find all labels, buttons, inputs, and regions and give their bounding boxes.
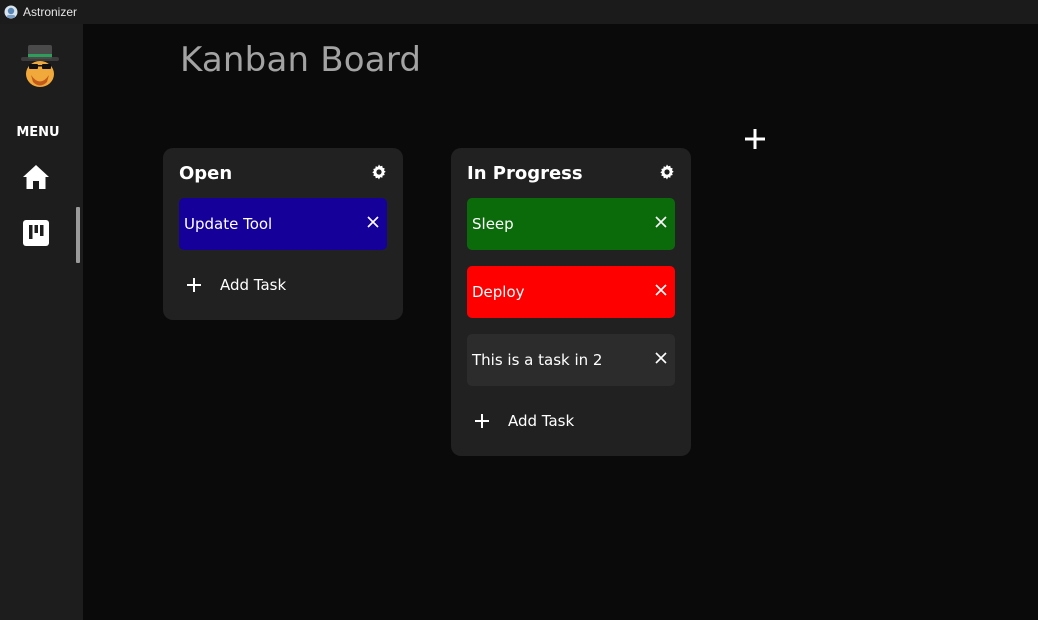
close-icon[interactable] — [655, 284, 667, 296]
add-task-label: Add Task — [220, 276, 287, 294]
app-logo-icon — [4, 5, 18, 19]
task-text: Update Tool — [184, 215, 273, 233]
task-card[interactable]: Sleep — [467, 198, 675, 250]
close-icon[interactable] — [367, 216, 379, 228]
avatar[interactable] — [17, 42, 63, 88]
add-column-button[interactable] — [742, 126, 768, 152]
sidebar-item-board[interactable] — [20, 217, 52, 249]
gear-icon[interactable] — [371, 164, 387, 180]
column-in-progress: In Progress Sleep Deploy This is a task … — [451, 148, 691, 456]
column-title: Open — [179, 163, 233, 184]
column-title: In Progress — [467, 163, 583, 184]
sidebar: MENU — [0, 24, 83, 620]
close-icon[interactable] — [655, 216, 667, 228]
plus-icon — [187, 278, 201, 292]
sidebar-item-home[interactable] — [20, 161, 52, 193]
gear-icon[interactable] — [659, 164, 675, 180]
close-icon[interactable] — [655, 352, 667, 364]
kanban-board-icon — [23, 220, 49, 246]
title-bar: Astronizer — [0, 0, 1038, 24]
plus-icon — [475, 414, 489, 428]
plus-icon — [745, 129, 765, 149]
column-open: Open Update Tool Add Task — [163, 148, 403, 320]
add-task-label: Add Task — [508, 412, 575, 430]
home-icon — [23, 165, 49, 189]
active-nav-indicator — [76, 207, 80, 263]
task-text: Deploy — [472, 283, 525, 301]
task-card[interactable]: Deploy — [467, 266, 675, 318]
task-card[interactable]: Update Tool — [179, 198, 387, 250]
menu-label: MENU — [16, 125, 60, 140]
page-title: Kanban Board — [180, 40, 422, 80]
task-text: Sleep — [472, 215, 514, 233]
window-title: Astronizer — [23, 5, 78, 19]
task-text: This is a task in 2 — [472, 351, 603, 369]
task-card[interactable]: This is a task in 2 — [467, 334, 675, 386]
add-task-button[interactable]: Add Task — [475, 412, 574, 430]
add-task-button[interactable]: Add Task — [187, 276, 286, 294]
